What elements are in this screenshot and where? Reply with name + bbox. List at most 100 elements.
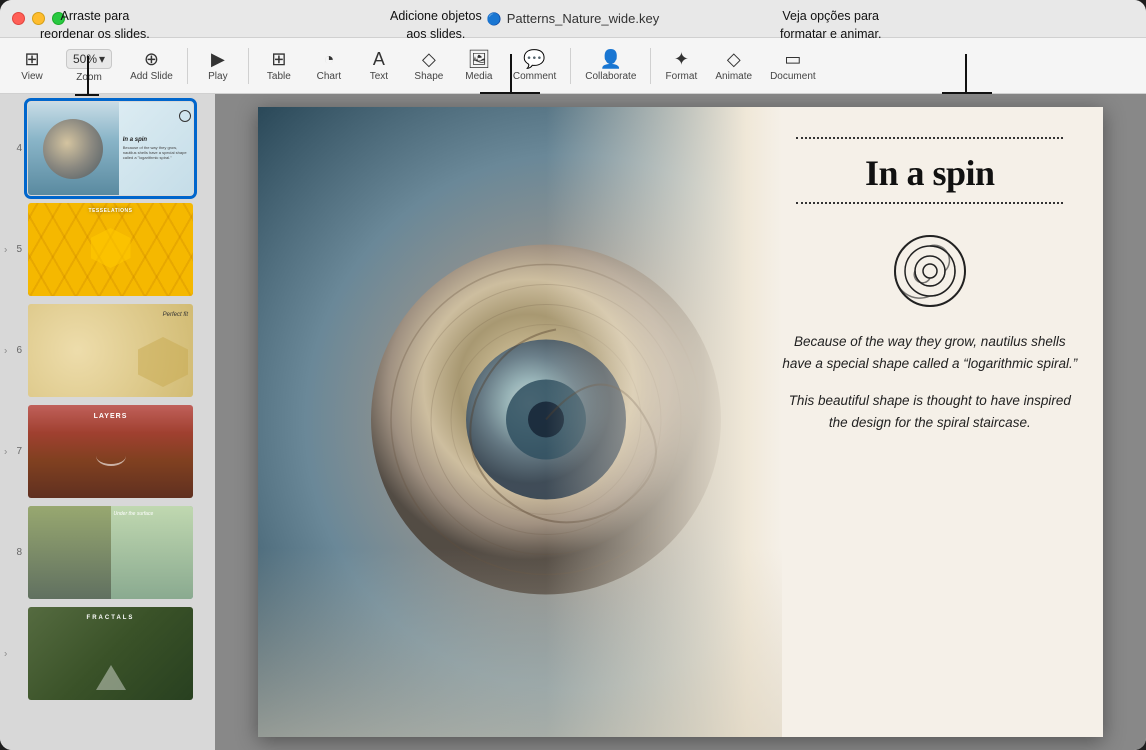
slide-item-7[interactable]: › 7 LAYERS [0,401,215,502]
separator-2 [248,48,249,84]
animate-label: Animate [715,71,752,82]
slide-7-title: LAYERS [94,413,128,420]
format-icon: ✦ [674,50,689,68]
maximize-button[interactable] [52,12,65,25]
chevron-down-icon-5: › [4,244,7,255]
chevron-down-icon-9: › [4,648,7,659]
zoom-label: Zoom [76,72,102,83]
slide-thumbnail-8[interactable]: Under the surface [28,506,193,599]
separator-1 [187,48,188,84]
view-label: View [21,71,43,82]
slide-number-5: 5 [8,244,22,255]
file-icon: 🔵 [487,12,502,26]
document-label: Document [770,71,816,82]
slide-4-text: In a spin Because of the way they grow, … [119,133,193,165]
slide-panel[interactable]: 4 In a spin Because of the way they grow… [0,94,215,750]
spiral-icon [890,231,970,316]
slide-thumbnail-5[interactable]: TESSELATIONS [28,203,193,296]
main-content: 4 In a spin Because of the way they grow… [0,94,1146,750]
slide-canvas[interactable]: In a spin [258,107,1103,737]
animate-icon: ◇ [727,50,741,68]
collaborate-icon: 👤 [600,50,622,68]
slide-title[interactable]: In a spin [865,152,995,194]
comment-button[interactable]: 💬 Comment [505,46,564,86]
add-slide-button[interactable]: ⊕ Add Slide [122,46,181,86]
window-title-text: Patterns_Nature_wide.key [507,11,659,26]
separator-4 [650,48,651,84]
slide-6-title: Perfect fit [163,312,188,318]
app-window: 🔵 Patterns_Nature_wide.key ⊞ View 50% ▾ … [0,0,1146,750]
document-button[interactable]: ▭ Document [762,46,824,86]
toolbar: ⊞ View 50% ▾ Zoom ⊕ Add Slide ▶ Play ⊞ T… [0,38,1146,94]
slide-8-left [28,506,111,599]
shape-icon: ◇ [422,50,436,68]
top-dotted-line [782,137,1078,139]
slide-item-5[interactable]: › 5 TESSELATIONS [0,199,215,300]
slide-thumbnail-7[interactable]: LAYERS [28,405,193,498]
slide-background-image [258,107,782,737]
slide-9-title: FRACTALS [87,615,135,621]
slide-number-7: 7 [8,446,22,457]
slide-thumbnail-4[interactable]: In a spin Because of the way they grow, … [28,102,193,195]
minimize-button[interactable] [32,12,45,25]
table-icon: ⊞ [271,50,286,68]
canvas-area[interactable]: In a spin [215,94,1146,750]
add-slide-icon: ⊕ [144,50,159,68]
format-button[interactable]: ✦ Format [657,46,705,86]
media-button[interactable]: 🖼 Media [455,46,503,86]
slide-body-text-1: Because of the way they grow, nautilus s… [782,331,1078,374]
collaborate-label: Collaborate [585,71,636,82]
separator-3 [570,48,571,84]
spiral-icon-thumb [179,110,191,122]
table-button[interactable]: ⊞ Table [255,46,303,86]
slide-8-right: Under the surface [111,506,194,599]
table-label: Table [267,71,291,82]
shape-button[interactable]: ◇ Shape [405,46,453,86]
slide-text-content: In a spin [757,107,1103,737]
slide-number-4: 4 [8,143,22,154]
view-button[interactable]: ⊞ View [8,46,56,86]
zoom-control[interactable]: 50% ▾ [66,49,112,69]
close-button[interactable] [12,12,25,25]
media-icon: 🖼 [467,50,490,68]
view-icon: ⊞ [24,50,39,68]
chevron-down-icon-7: › [4,446,7,457]
slide-thumbnail-6[interactable]: Perfect fit [28,304,193,397]
slide-number-8: 8 [8,547,22,558]
slide-item-6[interactable]: › 6 Perfect fit [0,300,215,401]
document-icon: ▭ [784,50,801,68]
play-button[interactable]: ▶ Play [194,46,242,86]
add-slide-label: Add Slide [130,71,173,82]
slide-body-text-2: This beautiful shape is thought to have … [782,390,1078,433]
titlebar: 🔵 Patterns_Nature_wide.key [0,0,1146,38]
chart-button[interactable]: ◔ Chart [305,46,353,86]
slide-thumbnail-9[interactable]: FRACTALS [28,607,193,700]
bottom-dotted-line [782,202,1078,204]
comment-label: Comment [513,71,556,82]
window-title: 🔵 Patterns_Nature_wide.key [487,11,659,26]
collaborate-button[interactable]: 👤 Collaborate [577,46,644,86]
chevron-down-icon-6: › [4,345,7,356]
zoom-button[interactable]: 50% ▾ Zoom [58,45,120,87]
slide-number-6: 6 [8,345,22,356]
format-label: Format [666,71,698,82]
comment-icon: 💬 [523,50,545,68]
text-icon: A [373,50,385,68]
slide-4-image [28,102,119,195]
slide-item-8[interactable]: 8 Under the surface [0,502,215,603]
zoom-value: 50% [73,52,97,66]
slide-item-9[interactable]: › FRACTALS [0,603,215,704]
text-button[interactable]: A Text [355,46,403,86]
spiral-svg [890,231,970,311]
shape-label: Shape [414,71,443,82]
media-label: Media [465,71,492,82]
traffic-lights [12,12,65,25]
chart-label: Chart [317,71,341,82]
chevron-down-icon: ▾ [99,52,105,66]
slide-item-4[interactable]: 4 In a spin Because of the way they grow… [0,98,215,199]
play-icon: ▶ [211,50,225,68]
text-label: Text [370,71,388,82]
slide-8-title: Under the surface [114,511,154,517]
animate-button[interactable]: ◇ Animate [707,46,760,86]
slide-5-title: TESSELATIONS [89,208,133,214]
